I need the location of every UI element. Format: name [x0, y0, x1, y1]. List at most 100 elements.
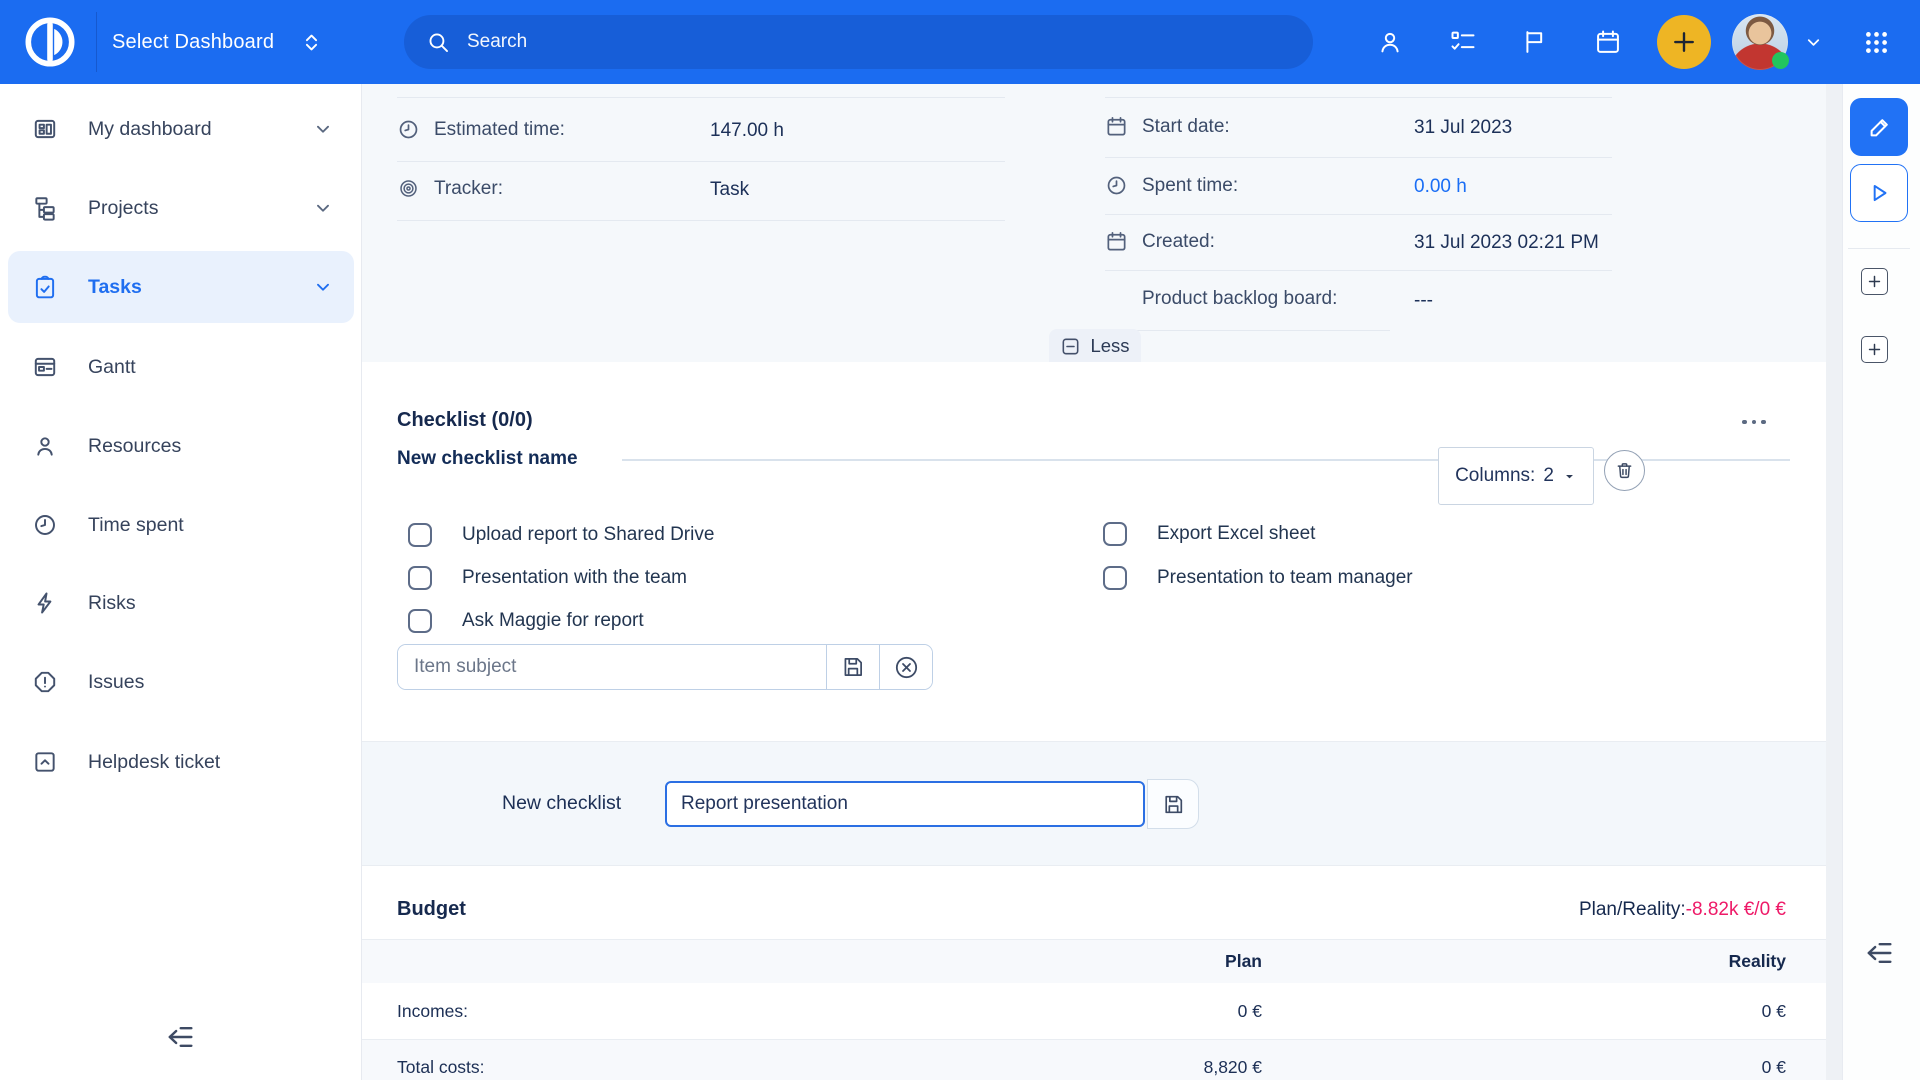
detail-label: Product backlog board: [1142, 288, 1337, 310]
delete-checklist-button[interactable] [1604, 450, 1645, 491]
checkbox[interactable] [1103, 566, 1127, 590]
detail-row-estimated-time: Estimated time: [397, 118, 565, 141]
chevron-down-icon[interactable] [312, 276, 334, 298]
checklist-item: Upload report to Shared Drive [408, 523, 714, 547]
detail-row-product-backlog-board: Product backlog board: [1142, 288, 1337, 310]
search-icon [426, 30, 451, 55]
sidebar-item-gantt[interactable]: Gantt [8, 331, 354, 403]
checklist-more-menu-icon[interactable] [1742, 412, 1772, 432]
save-checklist-button[interactable] [1147, 779, 1199, 829]
flag-icon[interactable] [1515, 0, 1555, 84]
sidebar-item-label: Helpdesk ticket [88, 751, 354, 774]
less-button-label: Less [1090, 335, 1129, 357]
sidebar-item-my-dashboard[interactable]: My dashboard [8, 93, 354, 165]
add-panel-button-2[interactable] [1861, 336, 1888, 363]
topbar: Select Dashboard [0, 0, 1920, 84]
checkbox[interactable] [408, 523, 432, 547]
edit-task-button[interactable] [1850, 98, 1908, 156]
checklist-item: Presentation with the team [408, 566, 687, 590]
budget-title: Budget [397, 898, 466, 921]
checklist-name-heading: New checklist name [397, 448, 578, 470]
detail-row-spent-time: Spent time: [1105, 174, 1238, 197]
save-item-button[interactable] [826, 645, 879, 689]
sidebar-item-label: Resources [88, 435, 354, 458]
plus-icon [1866, 273, 1883, 290]
clock-icon [32, 512, 58, 538]
checklist-title: Checklist (0/0) [397, 409, 533, 432]
detail-label: Start date: [1142, 116, 1230, 138]
start-timer-button[interactable] [1850, 164, 1908, 222]
item-subject-input[interactable] [398, 645, 826, 689]
sidebar-item-resources[interactable]: Resources [8, 410, 354, 482]
sidebar-item-label: Gantt [88, 356, 354, 379]
apps-grid-icon[interactable] [1856, 0, 1896, 84]
detail-label: Spent time: [1142, 175, 1238, 197]
chevron-down-icon[interactable] [312, 197, 334, 219]
right-toolbar [1842, 84, 1920, 1080]
left-sidebar: My dashboard Projects Tasks [0, 84, 362, 1080]
pencil-icon [1866, 114, 1893, 141]
plan-reality-summary: Plan/Reality: -8.82k € / 0 € [1579, 899, 1786, 921]
checklist-item: Ask Maggie for report [408, 609, 644, 633]
calendar-icon [1105, 115, 1128, 138]
save-icon [1161, 792, 1186, 817]
trash-icon [1614, 460, 1635, 481]
divider [362, 1039, 1826, 1040]
product-backlog-board-value: --- [1414, 290, 1433, 312]
new-item-input-group [397, 644, 933, 690]
calendar-icon[interactable] [1588, 0, 1628, 84]
checkbox[interactable] [408, 609, 432, 633]
search-input[interactable] [467, 31, 1299, 53]
sidebar-collapse-icon[interactable] [158, 1019, 202, 1055]
reality-total-value: 0 € [1760, 899, 1786, 921]
user-icon[interactable] [1370, 0, 1410, 84]
checklist-icon[interactable] [1443, 0, 1483, 84]
checkbox[interactable] [1103, 522, 1127, 546]
clock-icon [1105, 174, 1128, 197]
checklist-item-label: Presentation to team manager [1157, 567, 1413, 589]
detail-row-start-date: Start date: [1105, 115, 1230, 138]
chevron-down-icon[interactable] [312, 118, 334, 140]
budget-row-reality-value: 0 € [1500, 1057, 1786, 1078]
divider [397, 161, 1005, 162]
cancel-item-button[interactable] [879, 645, 932, 689]
clipboard-check-icon [32, 274, 58, 300]
sidebar-item-tasks[interactable]: Tasks [8, 251, 354, 323]
plan-total-value: -8.82k € [1686, 899, 1755, 921]
person-icon [32, 433, 58, 459]
sidebar-item-label: Issues [88, 671, 354, 694]
sidebar-item-issues[interactable]: Issues [8, 646, 354, 718]
checklist-item: Export Excel sheet [1103, 522, 1315, 546]
sidebar-item-helpdesk-ticket[interactable]: Helpdesk ticket [8, 726, 354, 798]
dashboard-selector[interactable]: Select Dashboard [112, 0, 323, 84]
detail-label: Created: [1142, 231, 1215, 253]
columns-dropdown[interactable]: Columns: 2 [1438, 447, 1594, 505]
divider [1105, 270, 1612, 271]
lightning-icon [32, 590, 58, 616]
sidebar-item-label: Risks [88, 592, 354, 615]
dashboard-icon [32, 116, 58, 142]
spent-time-link[interactable]: 0.00 h [1414, 176, 1467, 198]
sidebar-item-label: Tasks [88, 276, 312, 299]
minus-square-icon [1060, 336, 1081, 357]
checklist-item-label: Presentation with the team [462, 567, 687, 589]
checklist-item-label: Export Excel sheet [1157, 523, 1315, 545]
sidebar-item-time-spent[interactable]: Time spent [8, 489, 354, 561]
budget-row-label: Total costs: [397, 1057, 485, 1078]
sidebar-item-projects[interactable]: Projects [8, 172, 354, 244]
rail-collapse-icon[interactable] [1857, 935, 1901, 971]
sidebar-item-risks[interactable]: Risks [8, 567, 354, 639]
rail-divider [1848, 248, 1910, 249]
less-button[interactable]: Less [1049, 329, 1141, 363]
sidebar-item-label: My dashboard [88, 118, 312, 141]
checkbox[interactable] [408, 566, 432, 590]
search-bar[interactable] [404, 15, 1313, 69]
app-logo-icon[interactable] [22, 14, 78, 70]
add-panel-button[interactable] [1861, 268, 1888, 295]
new-checklist-name-input[interactable] [665, 781, 1145, 827]
avatar-chevron-down-icon[interactable] [1795, 0, 1831, 84]
estimated-time-value: 147.00 h [710, 120, 784, 142]
dashboard-selector-label: Select Dashboard [112, 31, 274, 54]
add-new-button[interactable] [1657, 15, 1711, 69]
clock-icon [397, 118, 420, 141]
